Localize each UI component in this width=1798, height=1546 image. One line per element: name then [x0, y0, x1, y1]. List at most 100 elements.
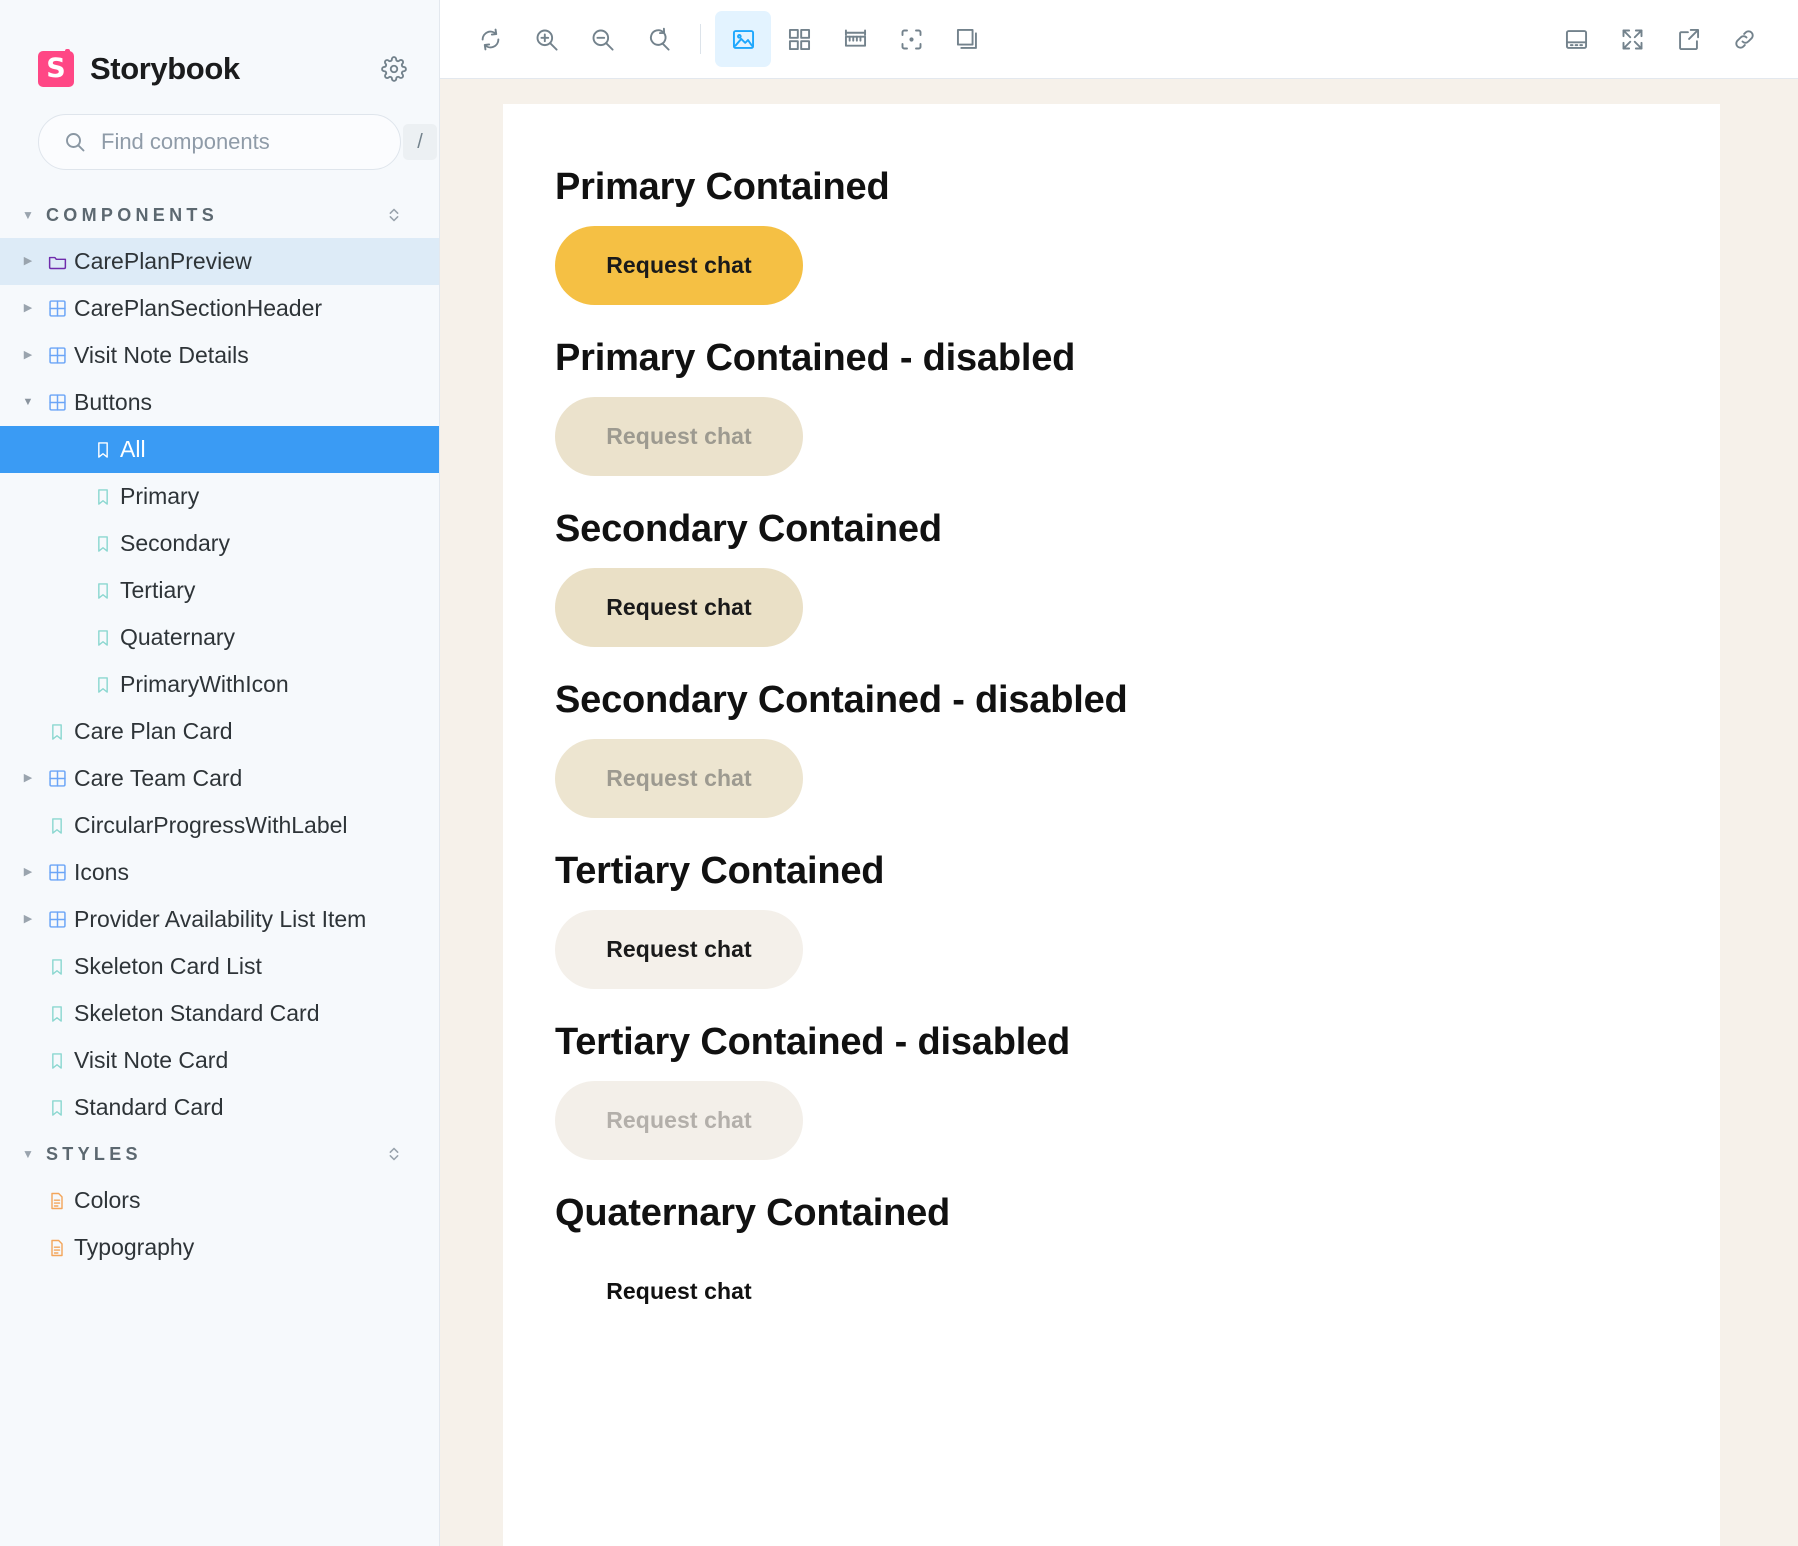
- tree-item-label: Care Team Card: [74, 765, 243, 791]
- story-button-row: Request chat: [555, 1061, 1720, 1194]
- tree-item-label: Standard Card: [74, 1094, 224, 1120]
- tree-item-icons[interactable]: ▶ Icons: [0, 849, 439, 896]
- request-chat-button[interactable]: Request chat: [555, 1252, 803, 1331]
- tree-item-label: CarePlanPreview: [74, 248, 252, 274]
- story-icon: [40, 722, 74, 742]
- toolbar-separator: [700, 24, 701, 54]
- fullscreen-icon[interactable]: [1604, 11, 1660, 67]
- tree-item-label: Icons: [74, 859, 129, 885]
- zoom-out-icon[interactable]: [574, 11, 630, 67]
- tree-item-secondary[interactable]: Secondary: [0, 520, 439, 567]
- tree-item-skeleton-card-list[interactable]: Skeleton Card List: [0, 943, 439, 990]
- story-button-row: Request chat: [555, 1232, 1720, 1365]
- sort-order-icon[interactable]: [383, 204, 405, 226]
- addons-panel-icon[interactable]: [1548, 11, 1604, 67]
- tree-item-careplanpreview[interactable]: ▶ CarePlanPreview: [0, 238, 439, 285]
- tree-item-care-team-card[interactable]: ▶ Care Team Card: [0, 755, 439, 802]
- tree-item-provider-availability-list-item[interactable]: ▶ Provider Availability List Item: [0, 896, 439, 943]
- request-chat-button-label: Request chat: [606, 423, 752, 449]
- tree-item-visit-note-card[interactable]: Visit Note Card: [0, 1037, 439, 1084]
- layers-icon[interactable]: [939, 11, 995, 67]
- request-chat-button[interactable]: Request chat: [555, 568, 803, 647]
- story-block: Primary Contained - disabled Request chat: [555, 339, 1720, 510]
- component-icon: [40, 862, 74, 883]
- zoom-reset-icon[interactable]: [630, 11, 686, 67]
- tree-item-visit-note-details[interactable]: ▶ Visit Note Details: [0, 332, 439, 379]
- story-heading: Primary Contained - disabled: [555, 337, 1076, 379]
- story-heading: Tertiary Contained - disabled: [555, 1021, 1071, 1063]
- section-collapse-icon[interactable]: ▼: [20, 1148, 36, 1160]
- story-heading: Secondary Contained - disabled: [555, 679, 1128, 721]
- request-chat-button[interactable]: Request chat: [555, 226, 803, 305]
- tree-item-label: Visit Note Card: [74, 1047, 229, 1073]
- request-chat-button: Request chat: [555, 397, 803, 476]
- backgrounds-icon[interactable]: [715, 11, 771, 67]
- tree-item-typography[interactable]: Typography: [0, 1224, 439, 1271]
- copy-link-icon[interactable]: [1716, 11, 1772, 67]
- search-input[interactable]: [101, 129, 389, 155]
- component-icon: [40, 298, 74, 319]
- section-label: STYLES: [46, 1143, 142, 1164]
- tree-item-label: CarePlanSectionHeader: [74, 295, 323, 321]
- remount-icon[interactable]: [462, 11, 518, 67]
- request-chat-button[interactable]: Request chat: [555, 910, 803, 989]
- component-icon: [40, 392, 74, 413]
- tree-item-label: Skeleton Card List: [74, 953, 262, 979]
- section-header-components[interactable]: ▼ COMPONENTS: [0, 192, 439, 238]
- story-icon: [86, 440, 120, 460]
- tree-item-careplansectionheader[interactable]: ▶ CarePlanSectionHeader: [0, 285, 439, 332]
- expand-arrow-icon[interactable]: ▶: [16, 867, 40, 878]
- logo-letter: S: [46, 52, 66, 84]
- component-icon: [40, 345, 74, 366]
- storybook-app: S Storybook / ▼CO: [0, 0, 1798, 1546]
- story-icon: [40, 1051, 74, 1071]
- section-header-styles[interactable]: ▼ STYLES: [0, 1131, 439, 1177]
- expand-arrow-icon[interactable]: ▶: [16, 256, 40, 267]
- collapse-arrow-icon[interactable]: ▼: [16, 397, 40, 408]
- tree-item-label: PrimaryWithIcon: [120, 671, 289, 697]
- outline-icon[interactable]: [883, 11, 939, 67]
- open-new-tab-icon[interactable]: [1660, 11, 1716, 67]
- request-chat-button: Request chat: [555, 1081, 803, 1160]
- tree-item-standard-card[interactable]: Standard Card: [0, 1084, 439, 1131]
- tree-item-circularprogresswithlabel[interactable]: CircularProgressWithLabel: [0, 802, 439, 849]
- zoom-in-icon[interactable]: [518, 11, 574, 67]
- tree-item-primary[interactable]: Primary: [0, 473, 439, 520]
- tree-item-colors[interactable]: Colors: [0, 1177, 439, 1224]
- story-heading: Primary Contained: [555, 166, 890, 208]
- story-block: Quaternary Contained Request chat: [555, 1194, 1720, 1365]
- story-icon: [40, 957, 74, 977]
- story-canvas: Primary Contained Request chat Primary Con…: [503, 104, 1720, 1546]
- tree-item-tertiary[interactable]: Tertiary: [0, 567, 439, 614]
- story-icon: [40, 1004, 74, 1024]
- preview-area: Primary Contained Request chat Primary Con…: [440, 79, 1798, 1546]
- expand-arrow-icon[interactable]: ▶: [16, 303, 40, 314]
- story-heading: Tertiary Contained: [555, 850, 885, 892]
- sort-order-icon[interactable]: [383, 1143, 405, 1165]
- tree-item-buttons[interactable]: ▼ Buttons: [0, 379, 439, 426]
- tree-item-label: All: [120, 436, 146, 462]
- tree-item-label: Quaternary: [120, 624, 236, 650]
- tree-item-primarywithicon[interactable]: PrimaryWithIcon: [0, 661, 439, 708]
- tree-item-quaternary[interactable]: Quaternary: [0, 614, 439, 661]
- request-chat-button-label: Request chat: [606, 1278, 752, 1304]
- expand-arrow-icon[interactable]: ▶: [16, 773, 40, 784]
- story-heading: Quaternary Contained: [555, 1192, 951, 1234]
- search-box[interactable]: /: [38, 114, 437, 170]
- grid-icon[interactable]: [771, 11, 827, 67]
- brand-link[interactable]: S Storybook: [38, 49, 377, 87]
- gear-icon[interactable]: [377, 52, 411, 86]
- request-chat-button-label: Request chat: [606, 765, 752, 791]
- tree-item-care-plan-card[interactable]: Care Plan Card: [0, 708, 439, 755]
- tree-item-skeleton-standard-card[interactable]: Skeleton Standard Card: [0, 990, 439, 1037]
- tree-item-all[interactable]: All: [0, 426, 439, 473]
- measure-icon[interactable]: [827, 11, 883, 67]
- expand-arrow-icon[interactable]: ▶: [16, 914, 40, 925]
- story-icon: [40, 1098, 74, 1118]
- story-button-row: Request chat: [555, 377, 1720, 510]
- section-collapse-icon[interactable]: ▼: [20, 209, 36, 221]
- story-icon: [86, 487, 120, 507]
- story-heading: Secondary Contained: [555, 508, 942, 550]
- tree-item-label: Visit Note Details: [74, 342, 249, 368]
- expand-arrow-icon[interactable]: ▶: [16, 350, 40, 361]
